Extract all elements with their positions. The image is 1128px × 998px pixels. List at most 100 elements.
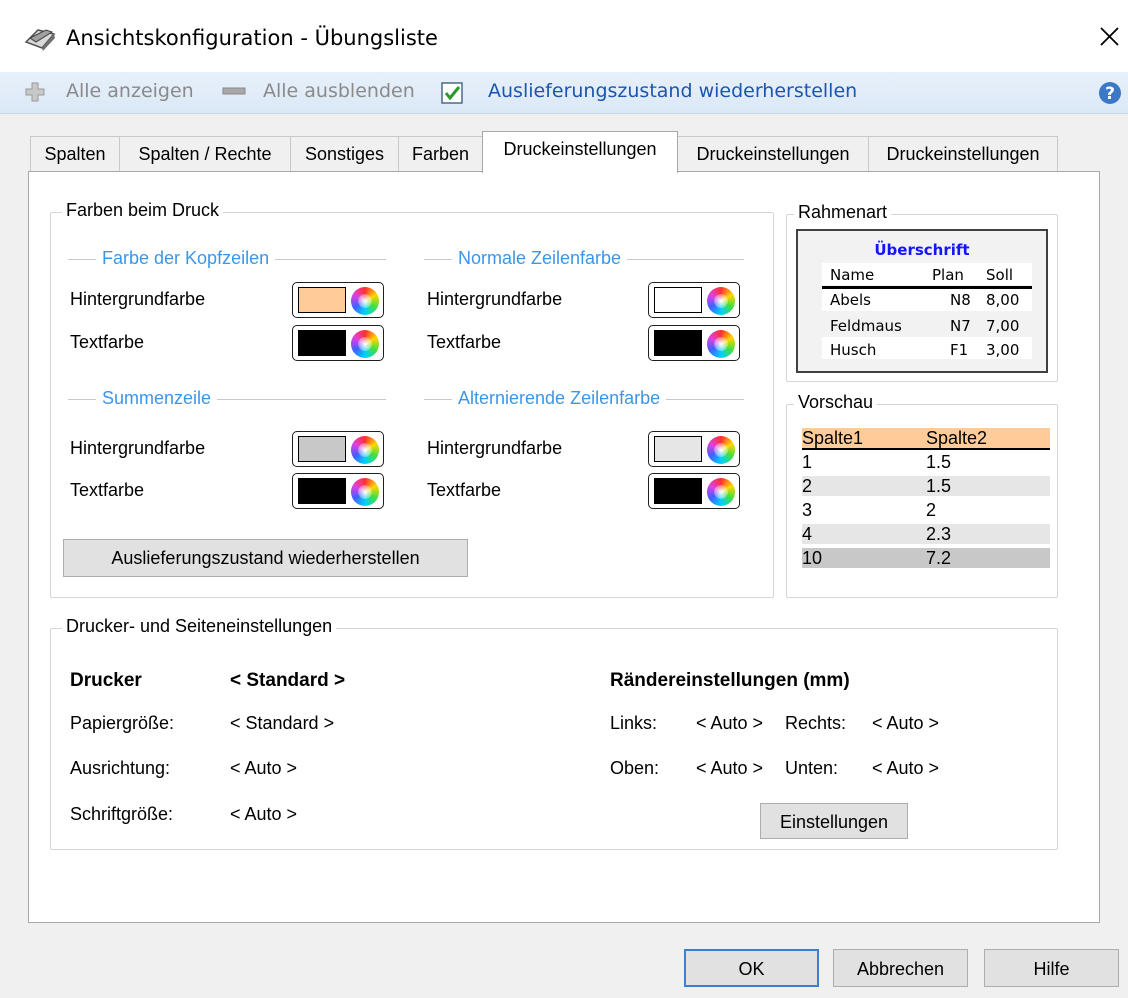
color-wheel-icon (351, 330, 379, 358)
normal-rows-title: Normale Zeilenfarbe (452, 248, 628, 269)
color-wheel-icon (351, 287, 379, 315)
checklist-icon (441, 82, 463, 104)
printer-value: < Standard > (230, 670, 346, 691)
preview-cell: 1 (802, 452, 813, 472)
tab-spalten[interactable]: Spalten (30, 136, 120, 172)
preview-row: 4 2.3 (802, 524, 1050, 544)
color-wheel-icon (707, 287, 735, 315)
printer-settings-legend: Drucker- und Seiteneinstellungen (62, 616, 337, 637)
frame-cell: F1 (950, 341, 969, 359)
preview-cell: 10 (802, 548, 823, 568)
preview-col-1: Spalte1 (802, 428, 864, 448)
margins-heading: Rändereinstellungen (mm) (610, 670, 850, 691)
frame-col-plan: Plan (932, 266, 964, 284)
frame-cell: Abels (830, 291, 871, 309)
preview-legend: Vorschau (794, 392, 878, 413)
plus-icon (25, 82, 45, 102)
paper-size-value: < Standard > (230, 713, 335, 733)
frame-type-preview[interactable]: Überschrift Name Plan Soll Abels N8 8,00… (796, 229, 1048, 373)
preview-cell: 2.3 (926, 524, 952, 544)
restore-defaults-button[interactable]: Auslieferungszustand wiederherstellen (63, 539, 468, 577)
preview-col-2: Spalte2 (926, 428, 988, 448)
tab-farben[interactable]: Farben (398, 136, 483, 172)
preview-cell: 7.2 (926, 548, 952, 568)
window-title: Ansichtskonfiguration - Übungsliste (66, 26, 438, 50)
preview-cell: 4 (802, 524, 813, 544)
frame-col-name: Name (830, 266, 875, 284)
color-swatch (654, 287, 702, 313)
normal-bg-color-button[interactable] (648, 282, 740, 318)
frame-cell: 8,00 (986, 291, 1020, 309)
ok-button[interactable]: OK (684, 949, 819, 987)
sum-row-title: Summenzeile (96, 388, 218, 409)
alt-bg-color-button[interactable] (648, 431, 740, 467)
printer-label: Drucker (70, 670, 142, 691)
orientation-value: < Auto > (230, 758, 298, 778)
margin-left-value: < Auto > (696, 713, 764, 733)
preview-sum-row: 10 7.2 (802, 548, 1050, 568)
preview-row: 1 1.5 (802, 452, 1050, 472)
show-all-button[interactable]: Alle anzeigen (66, 80, 194, 102)
header-bg-color-button[interactable] (292, 282, 384, 318)
tab-druckeinstellungen-2[interactable]: Druckeinstellungen (677, 136, 869, 172)
frame-cell: 3,00 (986, 341, 1020, 359)
help-icon[interactable]: ? (1098, 81, 1122, 105)
color-wheel-icon (707, 478, 735, 506)
normal-text-color-button[interactable] (648, 325, 740, 361)
sum-bg-color-button[interactable] (292, 431, 384, 467)
frame-preview-heading: Überschrift (874, 241, 970, 259)
orientation-label: Ausrichtung: (70, 758, 171, 778)
alt-bg-label: Hintergrundfarbe (427, 438, 563, 458)
restore-defaults-toolbar-button[interactable]: Auslieferungszustand wiederherstellen (488, 80, 857, 102)
frame-type-legend: Rahmenart (794, 202, 892, 223)
preview-cell: 1.5 (926, 452, 952, 472)
divider (802, 448, 1050, 450)
header-text-color-button[interactable] (292, 325, 384, 361)
font-size-value: < Auto > (230, 804, 298, 824)
sum-text-color-button[interactable] (292, 473, 384, 509)
color-swatch (654, 436, 702, 462)
frame-col-soll: Soll (986, 266, 1014, 284)
hide-all-button[interactable]: Alle ausblenden (263, 80, 415, 102)
color-wheel-icon (707, 436, 735, 464)
header-text-label: Textfarbe (70, 332, 145, 352)
alt-text-color-button[interactable] (648, 473, 740, 509)
svg-text:?: ? (1105, 84, 1115, 104)
color-swatch (298, 287, 346, 313)
frame-cell: N8 (950, 291, 971, 309)
minus-icon (222, 87, 246, 95)
preview-cell: 3 (802, 500, 813, 520)
frame-cell: Husch (830, 341, 877, 359)
font-size-label: Schriftgröße: (70, 804, 174, 824)
margin-right-label: Rechts: (785, 713, 847, 733)
header-bg-label: Hintergrundfarbe (70, 289, 206, 309)
toolbar: Alle anzeigen Alle ausblenden Auslieferu… (0, 72, 1128, 114)
margin-bottom-value: < Auto > (872, 758, 940, 778)
preview-cell: 1.5 (926, 476, 952, 496)
preview-cell: 2 (926, 500, 937, 520)
color-wheel-icon (707, 330, 735, 358)
frame-cell: Feldmaus (830, 317, 902, 335)
color-swatch (654, 330, 702, 356)
margin-top-value: < Auto > (696, 758, 764, 778)
preview-row: 2 1.5 (802, 476, 1050, 496)
margin-left-label: Links: (610, 713, 658, 733)
color-swatch (298, 478, 346, 504)
cancel-button[interactable]: Abbrechen (833, 949, 968, 987)
tab-druckeinstellungen-3[interactable]: Druckeinstellungen (868, 136, 1058, 172)
color-swatch (298, 436, 346, 462)
close-icon[interactable] (1092, 18, 1128, 54)
margin-top-label: Oben: (610, 758, 660, 778)
header-rows-title: Farbe der Kopfzeilen (96, 248, 276, 269)
frame-cell: N7 (950, 317, 971, 335)
normal-bg-label: Hintergrundfarbe (427, 289, 563, 309)
help-button[interactable]: Hilfe (984, 949, 1119, 987)
printer-settings-button[interactable]: Einstellungen (760, 803, 908, 839)
color-wheel-icon (351, 478, 379, 506)
color-wheel-icon (351, 436, 379, 464)
preview-header-row: Spalte1 Spalte2 (802, 428, 1050, 448)
paper-size-label: Papiergröße: (70, 713, 175, 733)
tab-spalten-rechte[interactable]: Spalten / Rechte (119, 136, 291, 172)
tab-sonstiges[interactable]: Sonstiges (290, 136, 399, 172)
tab-druckeinstellungen-active[interactable]: Druckeinstellungen (482, 131, 678, 173)
